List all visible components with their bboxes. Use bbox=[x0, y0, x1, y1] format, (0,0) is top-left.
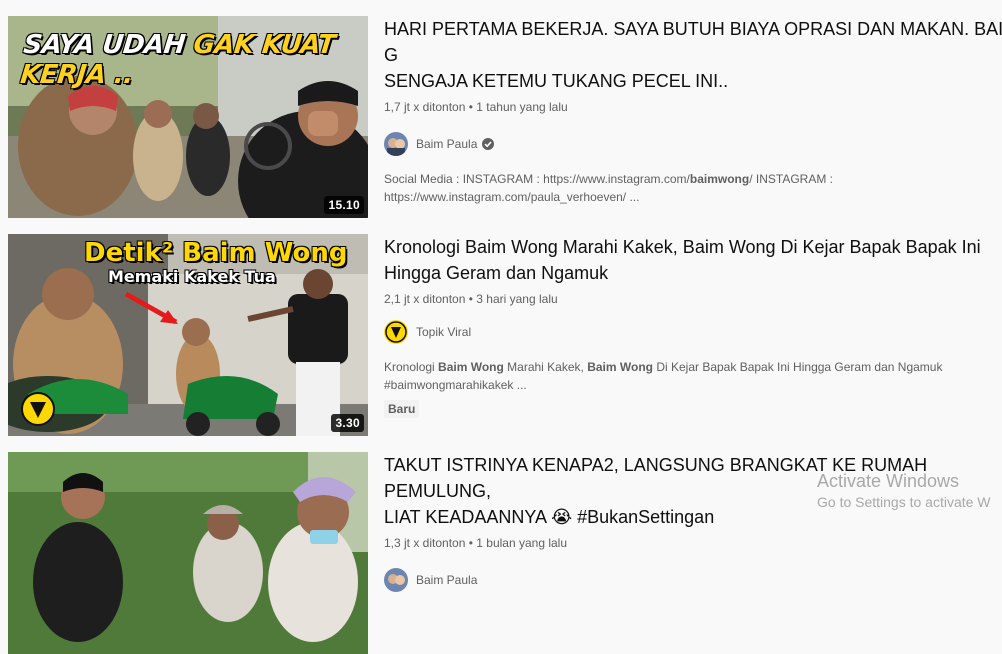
thumbnail-caption: SAYA UDAH GAK KUAT KERJA .. bbox=[18, 30, 337, 90]
view-count: 2,1 jt x ditonton bbox=[384, 292, 466, 306]
meta-separator: • bbox=[468, 292, 473, 306]
verified-check-icon bbox=[482, 138, 495, 150]
video-info: Kronologi Baim Wong Marahi Kakek, Baim W… bbox=[384, 234, 1002, 418]
view-count: 1,3 jt x ditonton bbox=[384, 536, 466, 550]
channel-name[interactable]: Baim Paula bbox=[416, 137, 477, 151]
watermark-subtitle: Go to Settings to activate W bbox=[817, 494, 991, 510]
channel-link[interactable]: Baim Paula bbox=[384, 568, 1002, 592]
video-thumbnail[interactable]: Detik² Baim Wong Memaki Kakek Tua 3.30 bbox=[8, 234, 368, 436]
meta-separator: • bbox=[468, 100, 473, 114]
meta-separator: • bbox=[468, 536, 473, 550]
thumbnail-caption: Detik² Baim Wong bbox=[84, 238, 348, 268]
video-thumbnail[interactable]: SAYA UDAH GAK KUAT KERJA .. 15.10 bbox=[8, 16, 368, 218]
view-count: 1,7 jt x ditonton bbox=[384, 100, 466, 114]
video-metadata: 1,7 jt x ditonton • 1 tahun yang lalu bbox=[384, 98, 1002, 116]
video-metadata: 1,3 jt x ditonton • 1 bulan yang lalu bbox=[384, 534, 1002, 552]
upload-age: 1 tahun yang lalu bbox=[476, 100, 568, 114]
video-result: Detik² Baim Wong Memaki Kakek Tua 3.30 K… bbox=[8, 234, 1002, 436]
channel-name[interactable]: Topik Viral bbox=[416, 325, 471, 339]
video-result: SAYA UDAH GAK KUAT KERJA .. 15.10 HARI P… bbox=[8, 16, 1002, 218]
video-info: HARI PERTAMA BEKERJA. SAYA BUTUH BIAYA O… bbox=[384, 16, 1002, 206]
video-title[interactable]: HARI PERTAMA BEKERJA. SAYA BUTUH BIAYA O… bbox=[384, 16, 1002, 94]
video-duration: 3.30 bbox=[331, 414, 364, 432]
channel-link[interactable]: Topik Viral bbox=[384, 320, 1002, 344]
channel-name[interactable]: Baim Paula bbox=[416, 573, 477, 587]
watermark-title: Activate Windows bbox=[817, 471, 960, 491]
upload-age: 3 hari yang lalu bbox=[476, 292, 558, 306]
channel-avatar[interactable] bbox=[384, 132, 408, 156]
search-results-list: SAYA UDAH GAK KUAT KERJA .. 15.10 HARI P… bbox=[0, 0, 1002, 654]
channel-avatar[interactable] bbox=[384, 320, 408, 344]
video-metadata: 2,1 jt x ditonton • 3 hari yang lalu bbox=[384, 290, 1002, 308]
channel-link[interactable]: Baim Paula bbox=[384, 132, 1002, 156]
video-description: Kronologi Baim Wong Marahi Kakek, Baim W… bbox=[384, 360, 943, 392]
channel-avatar[interactable] bbox=[384, 568, 408, 592]
video-description: Social Media : INSTAGRAM : https://www.i… bbox=[384, 172, 834, 204]
windows-activation-watermark: Activate Windows Go to Settings to activ… bbox=[817, 470, 991, 512]
new-badge: Baru bbox=[384, 400, 420, 418]
video-thumbnail[interactable] bbox=[8, 452, 368, 654]
video-title[interactable]: Kronologi Baim Wong Marahi Kakek, Baim W… bbox=[384, 234, 1002, 286]
thumbnail-subcaption: Memaki Kakek Tua bbox=[108, 267, 276, 286]
upload-age: 1 bulan yang lalu bbox=[476, 536, 568, 550]
video-duration: 15.10 bbox=[324, 196, 364, 214]
